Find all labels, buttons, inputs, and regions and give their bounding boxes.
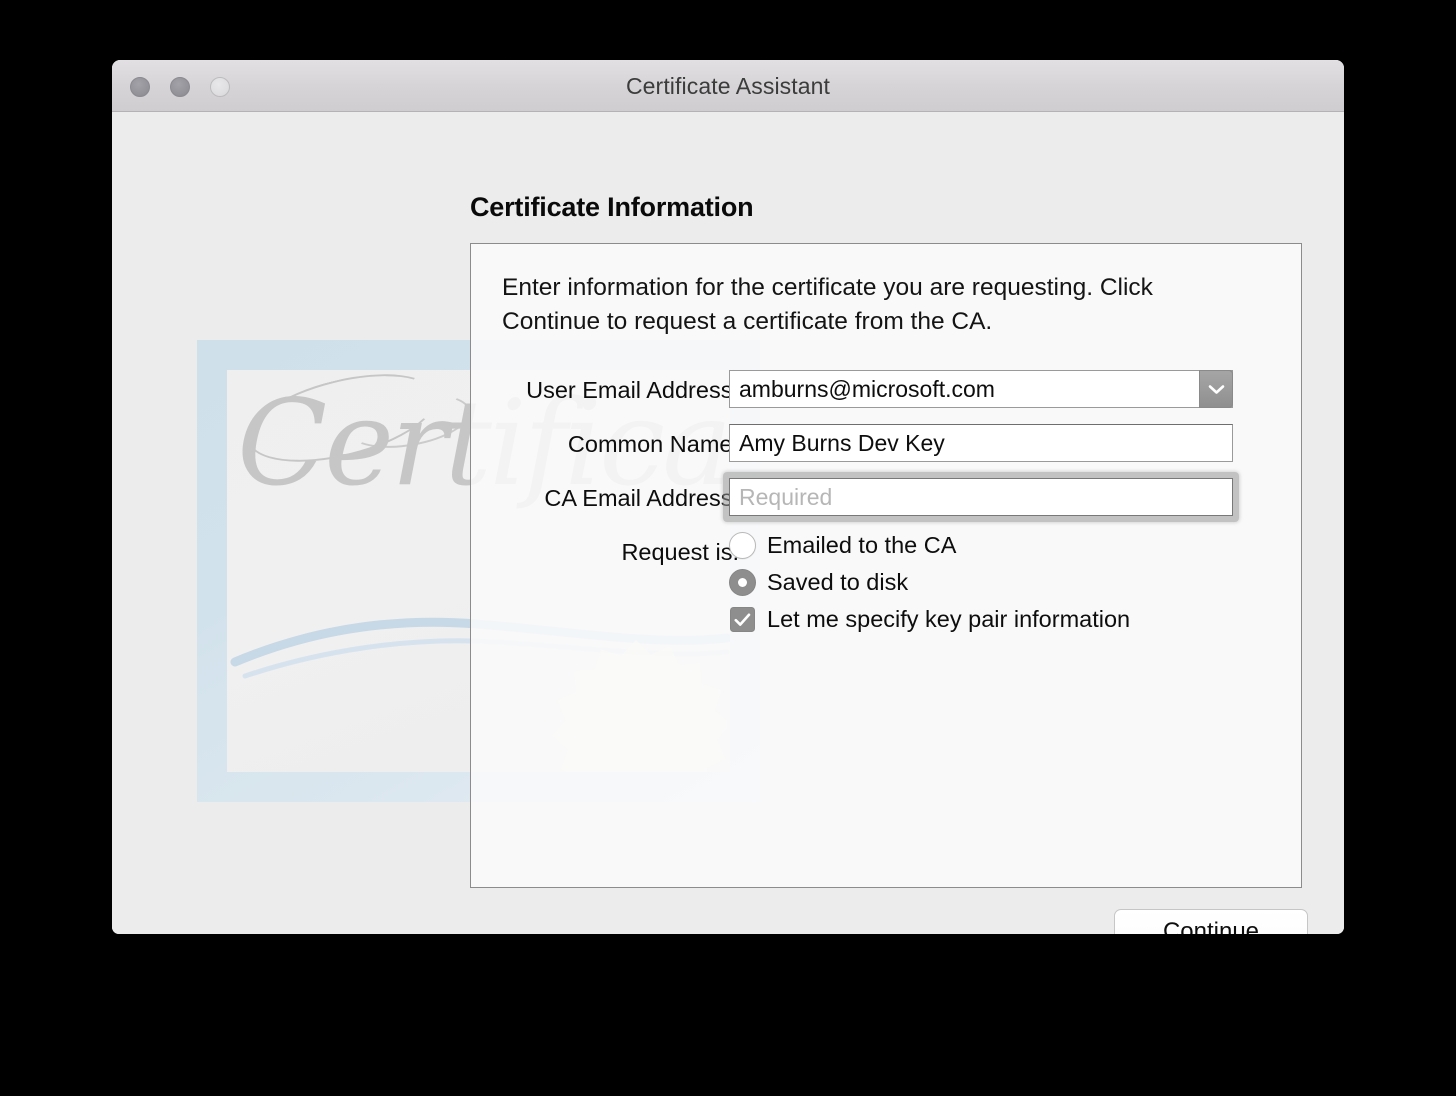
continue-button[interactable]: Continue: [1114, 909, 1308, 934]
common-name-label: Common Name:: [567, 431, 739, 457]
ca-email-placeholder: Required: [739, 484, 833, 510]
certificate-information-panel: Enter information for the certificate yo…: [470, 243, 1302, 888]
certificate-assistant-window: Certificate Assistant Certificate Inform…: [112, 60, 1344, 934]
checkbox-key-pair-info-label: Let me specify key pair information: [767, 606, 1131, 632]
window-titlebar[interactable]: Certificate Assistant: [112, 60, 1344, 112]
window-title: Certificate Assistant: [625, 73, 831, 99]
user-email-label: User Email Address:: [526, 377, 739, 403]
form-row-request-is: Request is: Emailed to the CA Saved to d…: [471, 527, 1301, 646]
form-row-common-name: Common Name: Amy Burns Dev Key: [471, 419, 1301, 473]
radio-emailed-to-ca-label: Emailed to the CA: [767, 532, 957, 558]
radio-saved-to-disk[interactable]: Saved to disk: [729, 564, 1130, 601]
radio-off-icon[interactable]: [729, 532, 756, 559]
checkbox-key-pair-info[interactable]: Let me specify key pair information: [729, 601, 1130, 638]
radio-on-icon[interactable]: [729, 569, 756, 596]
page-title: Certificate Information: [470, 192, 754, 222]
ca-email-input[interactable]: Required: [729, 478, 1233, 516]
form-row-user-email: User Email Address: amburns@microsoft.co…: [471, 365, 1301, 419]
chevron-down-icon[interactable]: [1199, 370, 1233, 408]
request-is-choices: Emailed to the CA Saved to disk Let me s…: [729, 527, 1130, 638]
ca-email-label: CA Email Address:: [544, 485, 739, 511]
certificate-form: User Email Address: amburns@microsoft.co…: [471, 365, 1301, 646]
window-content: Certificate Information Certificate Ente…: [112, 112, 1344, 934]
radio-saved-to-disk-label: Saved to disk: [767, 569, 909, 595]
common-name-input[interactable]: Amy Burns Dev Key: [729, 424, 1233, 462]
panel-description: Enter information for the certificate yo…: [502, 274, 1153, 335]
radio-emailed-to-ca[interactable]: Emailed to the CA: [729, 527, 1130, 564]
checkmark-icon[interactable]: [730, 607, 755, 632]
request-is-label: Request is:: [621, 539, 739, 565]
user-email-input[interactable]: amburns@microsoft.com: [729, 370, 1233, 408]
form-row-ca-email: CA Email Address: Required: [471, 472, 1301, 527]
